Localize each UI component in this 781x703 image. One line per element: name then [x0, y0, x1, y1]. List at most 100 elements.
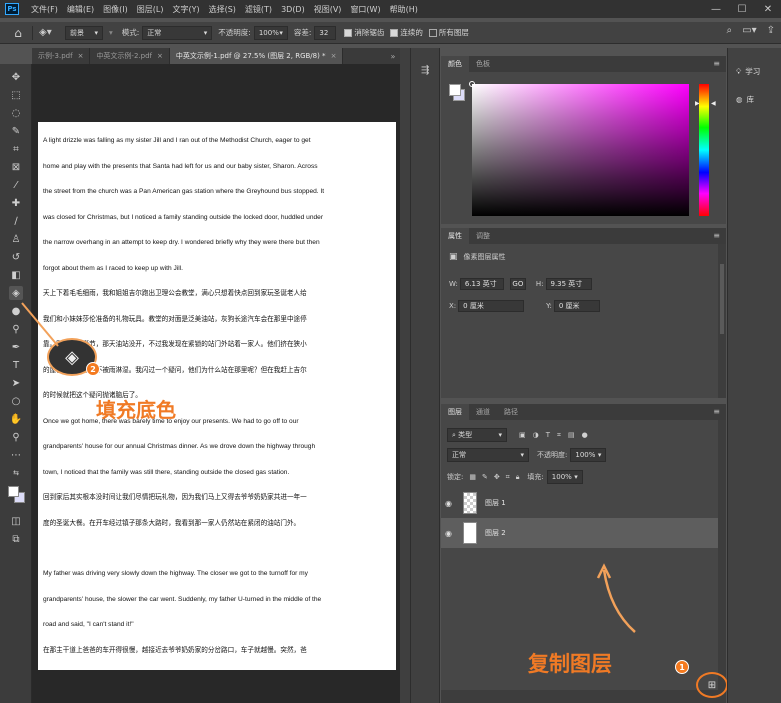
filter-adjust-icon[interactable]: ◑: [533, 431, 539, 439]
tab-doc-1[interactable]: 中英文示例-1.pdf @ 27.5% (图层 2, RGB/8) * ×: [169, 48, 344, 64]
size-row: W: 6.13 英寸 GO H: 9.35 英寸: [449, 278, 592, 290]
canvas-scrollbar[interactable]: [400, 48, 410, 703]
document-text-line: grandparents' house for our annual Chris…: [43, 443, 316, 450]
link-icon[interactable]: GO: [509, 278, 526, 290]
swap-colors-icon[interactable]: ⇆: [9, 466, 23, 480]
close-icon[interactable]: ×: [157, 52, 163, 60]
quick-mask-icon[interactable]: ◫: [9, 514, 23, 528]
minimize-button[interactable]: —: [703, 0, 729, 18]
filter-shape-icon[interactable]: ⌗: [557, 431, 561, 440]
filter-pixel-icon[interactable]: ▣: [519, 431, 526, 439]
filter-smart-icon[interactable]: ▤: [568, 431, 575, 439]
search-icon[interactable]: ⌕: [727, 25, 733, 36]
tab-layers[interactable]: 图层: [441, 404, 469, 420]
tab-color[interactable]: 颜色: [441, 56, 469, 72]
color-panel: 颜色 色板 ≡ ▶ ◀: [441, 56, 726, 224]
menu-filter[interactable]: 滤镜(T): [245, 4, 272, 15]
color-panel-header: 颜色 色板 ≡: [441, 56, 726, 72]
menu-layer[interactable]: 图层(L): [137, 4, 164, 15]
menu-view[interactable]: 视图(V): [314, 4, 342, 15]
menu-window[interactable]: 窗口(W): [350, 4, 380, 15]
lock-all-icon[interactable]: 🔒︎: [516, 473, 520, 482]
menu-select[interactable]: 选择(S): [209, 4, 236, 15]
properties-panel-header: 属性 调整 ≡: [441, 228, 726, 244]
foreground-color-swatch[interactable]: [449, 84, 461, 96]
properties-header-row: ▣ 像素图层属性: [449, 252, 506, 262]
color-field[interactable]: [469, 81, 689, 216]
eye-icon[interactable]: ◉: [445, 529, 455, 538]
tolerance-value: 32: [319, 28, 329, 37]
layer-opacity-value: 100%: [575, 451, 596, 459]
height-value: 9.35 英寸: [550, 280, 583, 288]
tolerance-input[interactable]: 32: [314, 25, 337, 40]
learn-label: 学习: [745, 67, 761, 76]
share-icon[interactable]: ⇪: [767, 25, 775, 36]
panel-menu-icon[interactable]: ≡: [713, 231, 720, 240]
more-tools-icon[interactable]: ⋯: [9, 448, 23, 462]
restore-button[interactable]: ☐: [729, 0, 755, 18]
library-panel-button[interactable]: ◍ 库: [736, 94, 754, 105]
panel-menu-icon[interactable]: ≡: [713, 59, 720, 68]
opacity-input[interactable]: 100% ▾: [253, 25, 288, 40]
lock-position-icon[interactable]: ✥: [494, 473, 500, 481]
properties-scrollbar[interactable]: [718, 244, 726, 398]
hand-tool-icon[interactable]: ✋: [9, 412, 23, 426]
hue-slider[interactable]: [699, 84, 709, 216]
layer-opacity-input[interactable]: 100% ▾: [570, 448, 607, 462]
x-input[interactable]: 0 厘米: [458, 300, 525, 312]
x-value: 0 厘米: [463, 302, 484, 310]
menu-type[interactable]: 文字(Y): [172, 4, 199, 15]
tab-channels[interactable]: 通道: [469, 404, 497, 420]
layer-kind-filter[interactable]: ⌕ 类型 ▾: [447, 428, 507, 442]
tab-paths[interactable]: 路径: [497, 404, 525, 420]
learn-panel-button[interactable]: 💡︎ 学习: [736, 66, 760, 77]
contiguous-checkbox[interactable]: 连续的: [390, 27, 423, 38]
menu-help[interactable]: 帮助(H): [390, 4, 418, 15]
width-input[interactable]: 6.13 英寸: [459, 278, 504, 290]
height-input[interactable]: 9.35 英寸: [545, 278, 592, 290]
filter-type-icon[interactable]: T: [546, 431, 550, 439]
lock-transparent-icon[interactable]: ▦: [469, 473, 476, 481]
lock-pixels-icon[interactable]: ✎: [482, 473, 488, 481]
zoom-tool-icon[interactable]: ⚲: [9, 430, 23, 444]
layers-panel-footer: [441, 690, 726, 703]
y-input[interactable]: 0 厘米: [553, 300, 600, 312]
all-layers-checkbox[interactable]: 所有图层: [428, 27, 469, 38]
panel-menu-icon[interactable]: ≡: [713, 407, 720, 416]
all-layers-label: 所有图层: [438, 28, 469, 37]
menu-3d[interactable]: 3D(D): [281, 5, 305, 14]
blend-row: 正常 ▾ 不透明度: 100% ▾: [447, 448, 607, 462]
layer-row-1[interactable]: ◉ 图层 1: [441, 488, 718, 518]
anti-alias-checkbox[interactable]: 消除锯齿: [344, 27, 384, 38]
tabs-overflow-icon[interactable]: »: [386, 48, 400, 64]
layer-thumbnail: [463, 522, 477, 544]
fill-input[interactable]: 100% ▾: [546, 470, 583, 484]
close-button[interactable]: ✕: [755, 0, 781, 18]
color-picker-handle[interactable]: [469, 81, 475, 87]
workspace-icon[interactable]: ▭▾: [742, 25, 756, 36]
layers-scrollbar[interactable]: [718, 420, 726, 690]
mode-label: 模式:: [121, 28, 140, 37]
checkbox-checked-icon: [390, 28, 399, 37]
eye-icon[interactable]: ◉: [445, 499, 455, 508]
history-icon[interactable]: ⇶: [421, 65, 429, 76]
new-layer-button[interactable]: ⊞: [696, 672, 728, 698]
tab-properties[interactable]: 属性: [441, 228, 469, 244]
tab-adjustments[interactable]: 调整: [469, 228, 497, 244]
layer-row-2[interactable]: ◉ 图层 2: [441, 518, 718, 548]
lock-label: 锁定:: [447, 473, 464, 481]
blend-mode-select[interactable]: 正常 ▾: [447, 448, 529, 462]
mode-select[interactable]: 正常 ▾: [142, 25, 213, 40]
close-icon[interactable]: ×: [331, 52, 337, 60]
filter-kind-value: ⌕ 类型: [452, 431, 473, 439]
chevron-down-icon: ▾: [574, 473, 578, 481]
foreground-color-swatch[interactable]: [8, 486, 19, 497]
tab-swatches[interactable]: 色板: [469, 56, 497, 72]
scroll-thumb[interactable]: [720, 264, 724, 334]
lock-artboard-icon[interactable]: ⌗: [506, 473, 510, 482]
filter-toggle-icon[interactable]: ●: [582, 431, 588, 439]
collapsed-panel-strip: ⇶: [410, 48, 440, 703]
document-text-line: grandparents' house, the slower the car …: [43, 595, 322, 603]
screen-mode-icon[interactable]: ⧉: [9, 532, 23, 546]
